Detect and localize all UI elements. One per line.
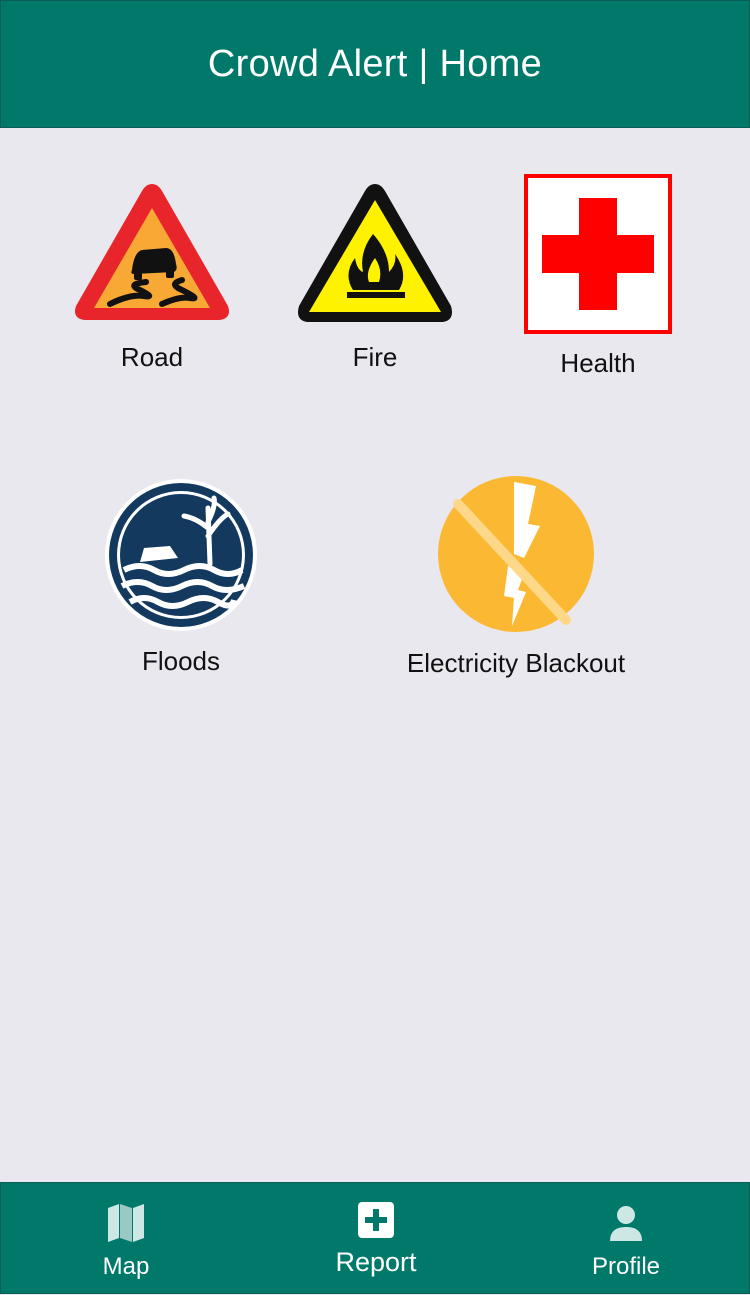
add-report-icon [358,1202,394,1238]
category-label: Electricity Blackout [406,648,626,678]
tab-report[interactable]: Report [276,1183,476,1295]
tab-label: Profile [591,1253,661,1280]
category-label: Road [120,342,184,372]
category-road[interactable]: Road [62,178,242,373]
category-label: Health [560,348,636,378]
tab-profile[interactable]: Profile [526,1183,726,1295]
slippery-road-sign-icon [75,184,229,320]
map-icon [108,1204,144,1242]
flammable-warning-icon [298,184,452,322]
category-electricity-blackout[interactable]: Electricity Blackout [386,474,646,679]
category-label: Floods [141,646,221,676]
category-health[interactable]: Health [508,174,688,379]
page-title: Crowd Alert | Home [207,42,543,85]
tab-map[interactable]: Map [26,1183,226,1295]
bottom-tab-bar: Map Report Profile [0,1182,750,1294]
category-fire[interactable]: Fire [285,178,465,373]
no-electricity-icon [438,476,594,632]
category-floods[interactable]: Floods [91,478,271,677]
category-label: Fire [352,342,398,372]
tab-label: Map [102,1253,150,1280]
app-header: Crowd Alert | Home [0,0,750,128]
tab-label: Report [335,1247,417,1277]
user-icon [610,1206,642,1241]
flood-icon [105,479,257,631]
red-cross-icon [524,174,672,334]
